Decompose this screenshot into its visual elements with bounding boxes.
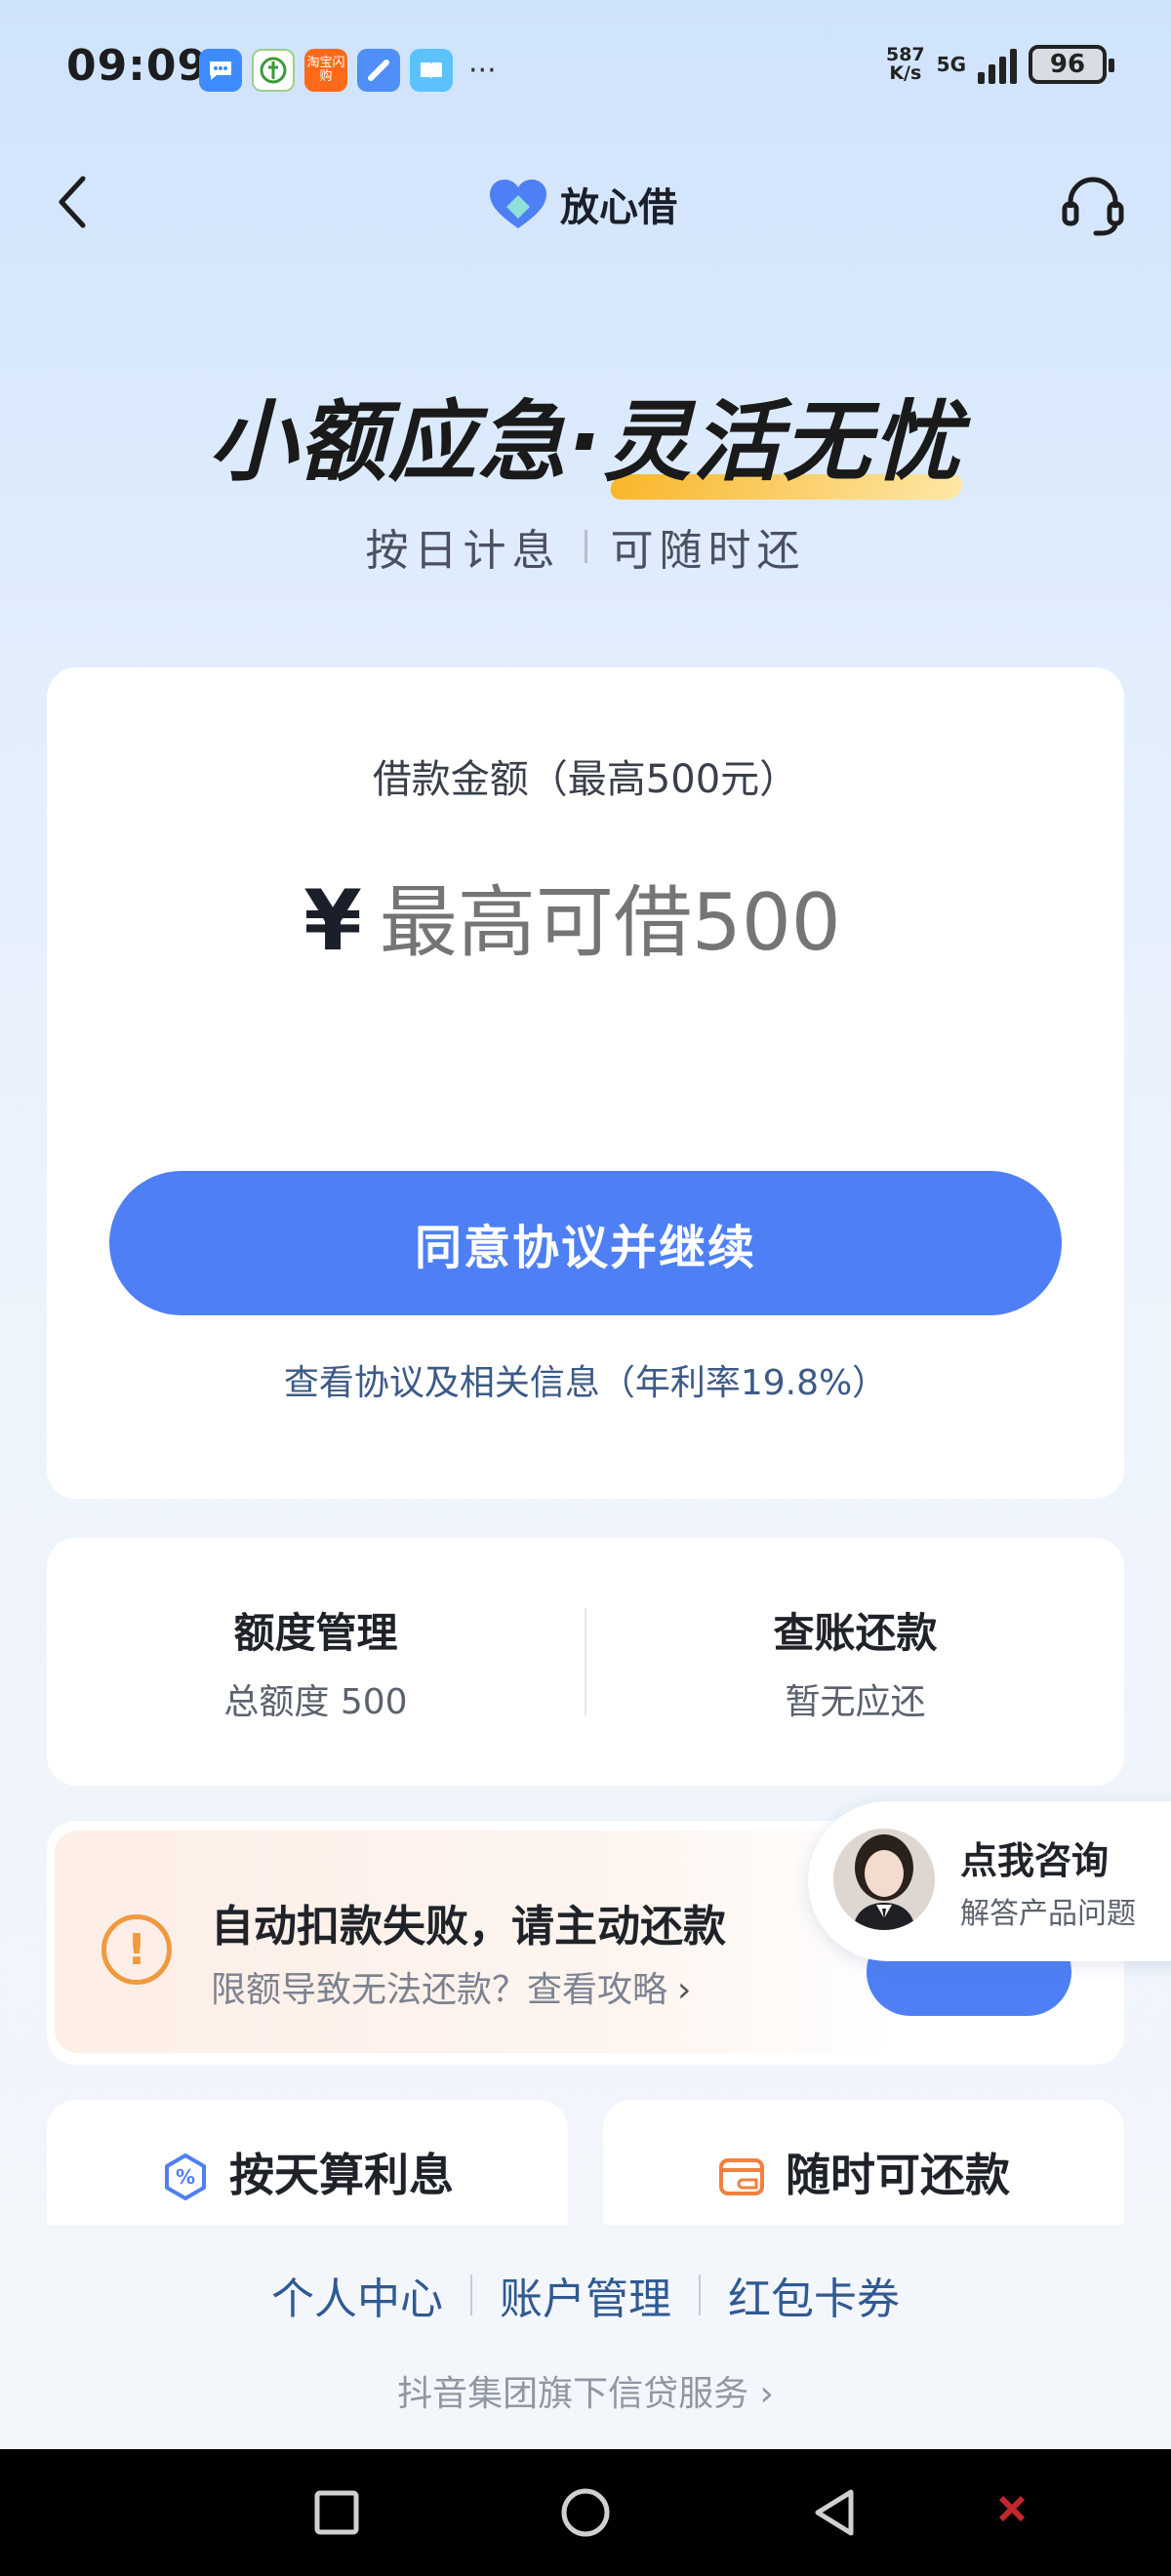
back-button[interactable] (39, 168, 107, 236)
headset-icon (1062, 177, 1124, 236)
square-icon (314, 2490, 359, 2535)
chevron-right-icon: › (677, 1970, 692, 2010)
hero-subtitle: 按日计息 可随时还 (0, 515, 1171, 578)
bank-app-icon (252, 49, 295, 92)
hero-sub-right: 可随时还 (610, 526, 806, 576)
feature-repay-anytime-label: 随时可还款 (786, 2149, 1010, 2201)
quick-actions-card: 额度管理 总额度 500 查账还款 暂无应还 (47, 1538, 1124, 1786)
group-service-link[interactable]: 抖音集团旗下信贷服务 › (0, 2365, 1171, 2416)
agent-avatar (833, 1829, 935, 1930)
footer: 个人中心 账户管理 红包卡券 抖音集团旗下信贷服务 › (0, 2225, 1171, 2449)
hero-divider (584, 530, 587, 563)
auto-debit-failed-notice[interactable]: ! 自动扣款失败，请主动还款 限额导致无法还款？查看攻略 › (55, 1831, 894, 2053)
notice-title: 自动扣款失败，请主动还款 (211, 1902, 726, 1952)
currency-symbol: ¥ (303, 872, 362, 970)
coupons-link[interactable]: 红包卡券 (728, 2264, 900, 2326)
system-navigation-bar (0, 2449, 1171, 2576)
personal-center-link[interactable]: 个人中心 (271, 2264, 443, 2326)
loan-amount-label: 借款金额（最高500元） (372, 757, 799, 802)
agreement-link[interactable]: 查看协议及相关信息（年利率19.8%） (47, 1354, 1124, 1405)
wallet-icon (719, 2158, 764, 2195)
battery-icon: 96 (1029, 45, 1114, 84)
more-notifications-icon: ··· (468, 53, 497, 88)
reader-app-icon (410, 49, 453, 92)
hero-title-part1: 小额应急· (208, 391, 604, 494)
customer-service-button[interactable] (1054, 168, 1132, 242)
watermark-logo (997, 2494, 1027, 2530)
hero-sub-left: 按日计息 (365, 526, 561, 576)
total-limit: 总额度 500 (223, 1681, 408, 1722)
notice-subtitle: 限额导致无法还款？查看攻略 (211, 1970, 668, 2010)
taobao-app-icon: 淘宝闪购 (304, 49, 347, 92)
feature-repay-anytime: 随时可还款 (603, 2100, 1124, 2227)
limit-management-button[interactable]: 额度管理 总额度 500 (47, 1600, 585, 1724)
consult-title: 点我咨询 (960, 1839, 1110, 1882)
notice-guide-link[interactable]: 限额导致无法还款？查看攻略 › (211, 1961, 691, 2012)
feature-daily-interest-label: 按天算利息 (229, 2149, 454, 2201)
browser-app-icon (357, 49, 400, 92)
circle-icon (561, 2488, 610, 2537)
brand-name: 放心借 (560, 185, 677, 230)
due-status: 暂无应还 (785, 1681, 926, 1722)
limit-management-title: 额度管理 (233, 1608, 398, 1657)
message-app-icon (199, 49, 242, 92)
hero-title-highlight: 灵活无忧 (603, 371, 962, 498)
percent-badge-icon: % (165, 2153, 206, 2200)
triangle-back-icon (815, 2489, 854, 2536)
network-type: 5G (936, 53, 966, 76)
hero-title: 小额应急·灵活无忧 (0, 371, 1171, 498)
home-button[interactable] (553, 2480, 618, 2545)
brand: 放心借 (488, 176, 677, 232)
consult-subtitle: 解答产品问题 (960, 1897, 1136, 1931)
warning-icon: ! (101, 1914, 172, 1985)
amount-row: ¥ (47, 872, 1124, 970)
agree-continue-button[interactable]: 同意协议并继续 (109, 1171, 1062, 1315)
battery-level: 96 (1049, 50, 1086, 79)
notification-icons: 淘宝闪购 ··· (199, 49, 497, 92)
loan-card: 借款金额（最高500元） ¥ 同意协议并继续 查看协议及相关信息（年利率19.8… (47, 667, 1124, 1499)
recent-apps-button[interactable] (304, 2480, 369, 2545)
network-speed-unit: K/s (889, 62, 922, 84)
footer-divider (699, 2274, 701, 2315)
bill-repay-button[interactable]: 查账还款 暂无应还 (586, 1600, 1124, 1724)
network-speed: 587 K/s (886, 46, 925, 83)
footer-divider (470, 2274, 472, 2315)
clock: 09:09 (66, 41, 209, 91)
account-management-link[interactable]: 账户管理 (500, 2264, 671, 2326)
svg-text:%: % (176, 2165, 195, 2189)
status-bar: 09:09 淘宝闪购 ··· 587 K/s 5G 96 (0, 0, 1171, 137)
signal-icon (978, 45, 1017, 84)
heart-logo-icon (490, 180, 546, 228)
chevron-left-icon (59, 176, 86, 228)
footer-links: 个人中心 账户管理 红包卡券 (0, 2264, 1171, 2326)
loan-amount-input[interactable] (379, 877, 868, 968)
feature-daily-interest: % 按天算利息 (47, 2100, 568, 2227)
system-back-button[interactable] (802, 2480, 867, 2545)
consult-bubble[interactable]: 点我咨询 解答产品问题 (808, 1801, 1171, 1961)
system-indicators: 587 K/s 5G 96 (886, 45, 1114, 84)
bill-repay-title: 查账还款 (773, 1608, 938, 1657)
